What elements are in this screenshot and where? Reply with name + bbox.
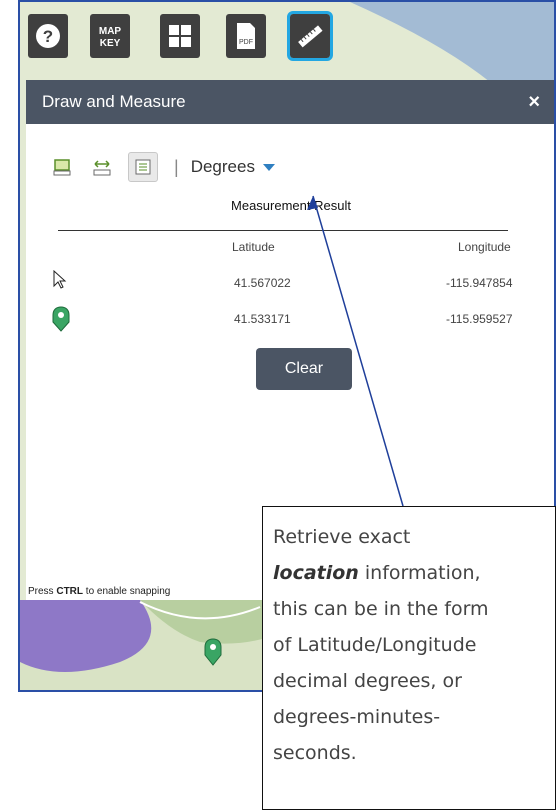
- callout-line-2: location information,: [273, 555, 547, 591]
- callout-line-3: this can be in the form: [273, 598, 489, 620]
- callout-line-7: seconds.: [273, 742, 357, 764]
- callout-line-4: of Latitude/Longitude: [273, 634, 477, 656]
- callout-line-1: Retrieve exact: [273, 526, 411, 548]
- callout-line-5: decimal degrees, or: [273, 670, 462, 692]
- callout-emphasis: location: [273, 562, 359, 584]
- callout-line-6: degrees-minutes-: [273, 706, 441, 728]
- annotation-callout: Retrieve exact location information, thi…: [262, 506, 556, 810]
- callout-line-2-rest: information,: [358, 562, 481, 584]
